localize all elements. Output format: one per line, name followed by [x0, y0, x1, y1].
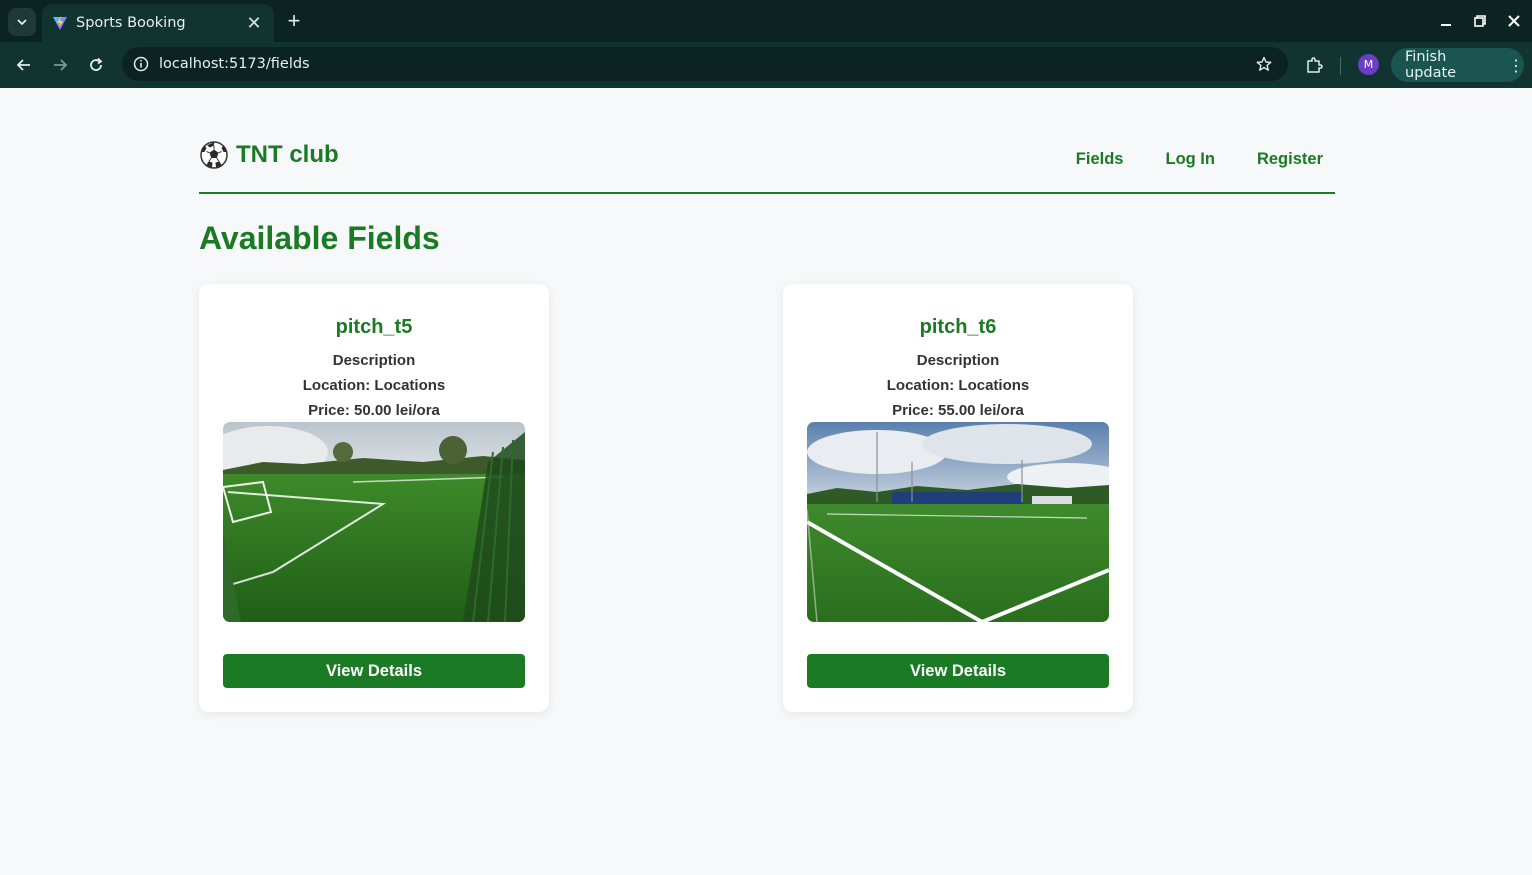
page-viewport: TNT club Fields Log In Register Availabl… [2, 88, 1532, 875]
chevron-down-icon [17, 19, 27, 26]
url-text[interactable]: localhost:5173/fields [159, 56, 1252, 72]
main-nav: Fields Log In Register [1076, 150, 1323, 169]
nav-register-link[interactable]: Register [1257, 150, 1323, 169]
browser-toolbar: localhost:5173/fields M Finish update ⋮ [0, 42, 1532, 88]
field-description: Description [332, 352, 416, 369]
forward-button[interactable] [46, 51, 74, 79]
soccer-ball-icon [200, 141, 228, 169]
field-card: pitch_t6 Description Location: Locations… [783, 284, 1133, 712]
field-image [807, 422, 1109, 622]
back-button[interactable] [10, 51, 38, 79]
nav-fields-link[interactable]: Fields [1076, 150, 1124, 169]
finish-update-label: Finish update [1405, 49, 1457, 81]
view-details-button[interactable]: View Details [807, 654, 1109, 688]
tab-close-icon[interactable]: ✕ [244, 13, 264, 33]
site-logo[interactable]: TNT club [199, 140, 339, 170]
arrow-left-icon [16, 59, 30, 71]
field-description: Description [916, 352, 1000, 369]
site-info-icon[interactable] [131, 54, 151, 74]
arrow-right-icon [54, 59, 68, 71]
view-details-button[interactable]: View Details [223, 654, 525, 688]
bookmark-star-icon[interactable] [1252, 52, 1276, 76]
finish-update-button[interactable]: Finish update ⋮ [1391, 48, 1524, 82]
tab-title: Sports Booking [76, 15, 186, 31]
field-name: pitch_t6 [919, 316, 997, 338]
vite-favicon-icon [53, 16, 67, 30]
close-window-icon[interactable] [1504, 10, 1524, 32]
browser-tab-active[interactable]: Sports Booking ✕ [42, 4, 274, 42]
site-logo-text: TNT club [236, 141, 339, 168]
tab-search-button[interactable] [8, 8, 36, 36]
field-image [223, 422, 525, 622]
minimize-icon[interactable] [1436, 10, 1456, 32]
reload-button[interactable] [82, 51, 110, 79]
field-location: Location: Locations [886, 377, 1030, 394]
reload-icon [90, 57, 103, 71]
kebab-menu-icon: ⋮ [1508, 55, 1524, 75]
field-price: Price: 55.00 lei/ora [892, 402, 1024, 419]
field-location: Location: Locations [302, 377, 446, 394]
toolbar-divider [1340, 57, 1341, 75]
new-tab-button[interactable]: + [282, 10, 306, 34]
field-price: Price: 50.00 lei/ora [308, 402, 440, 419]
window-controls [1436, 10, 1524, 32]
extensions-puzzle-icon[interactable] [1302, 53, 1326, 77]
browser-titlebar: Sports Booking ✕ + [0, 0, 1532, 42]
profile-avatar[interactable]: M [1358, 54, 1379, 75]
site-header: TNT club Fields Log In Register [199, 130, 1335, 194]
address-bar[interactable]: localhost:5173/fields [122, 47, 1288, 81]
restore-icon[interactable] [1470, 10, 1490, 32]
page-title: Available Fields [199, 220, 440, 256]
nav-login-link[interactable]: Log In [1165, 150, 1214, 169]
field-card: pitch_t5 Description Location: Locations… [199, 284, 549, 712]
field-name: pitch_t5 [335, 316, 413, 338]
